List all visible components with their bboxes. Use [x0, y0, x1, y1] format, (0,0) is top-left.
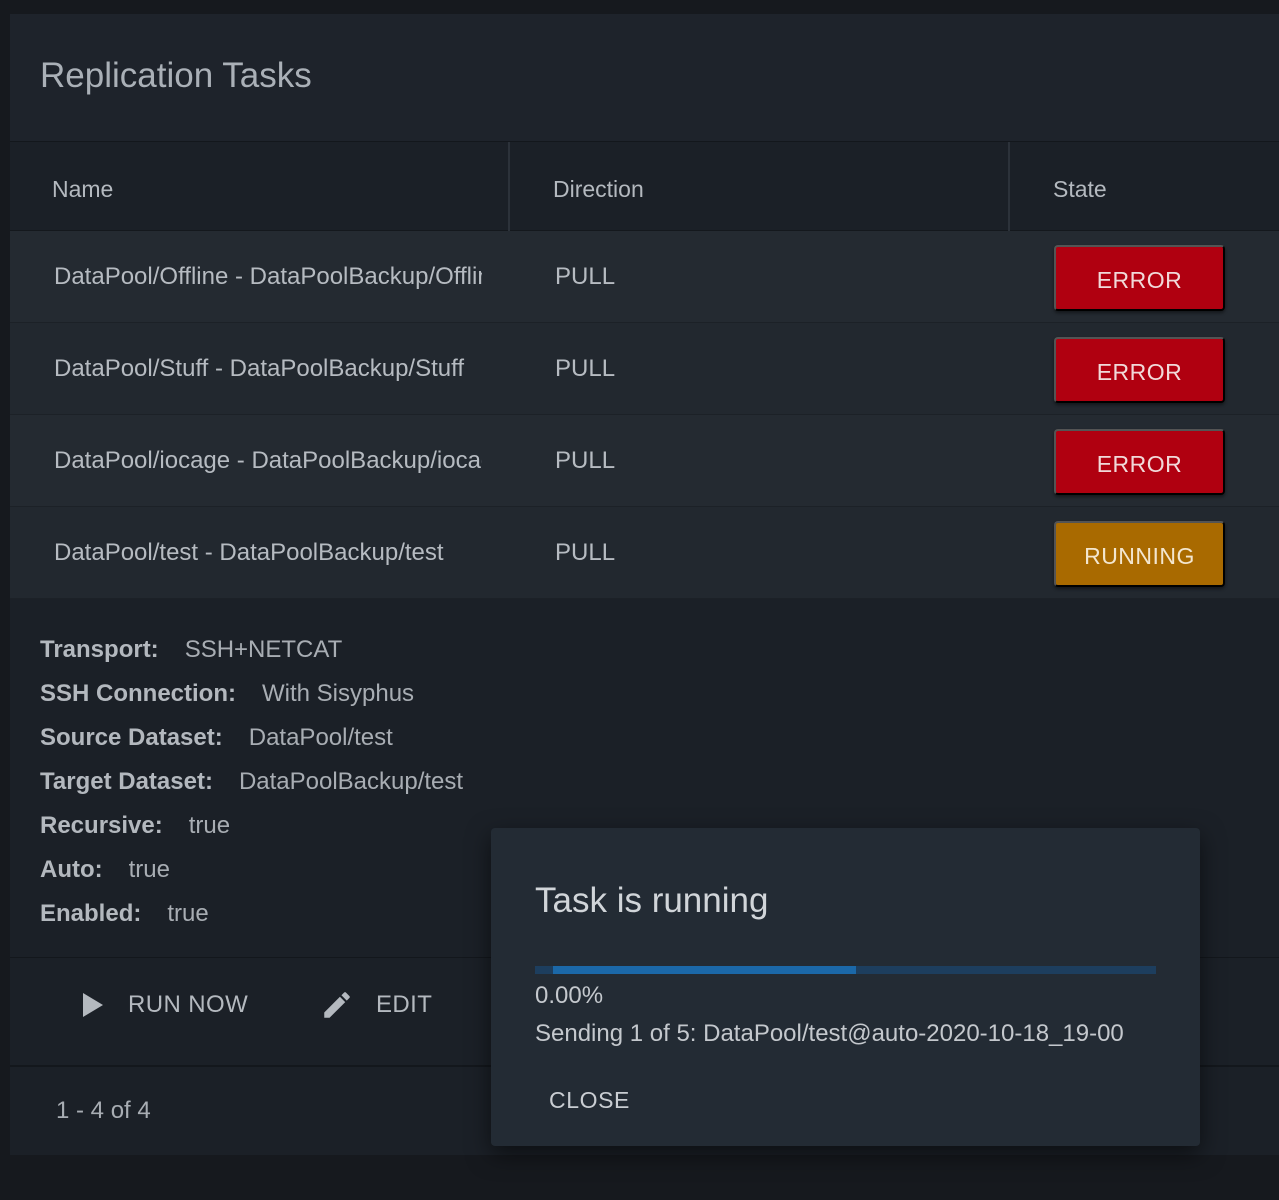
task-direction: PULL [555, 263, 616, 290]
detail-transport: Transport: SSH+NETCAT [40, 634, 463, 678]
table-row[interactable]: DataPool/Stuff - DataPoolBackup/Stuff PU… [10, 323, 1279, 415]
run-now-button[interactable]: RUN NOW [80, 980, 248, 1030]
detail-value: true [188, 812, 231, 839]
state-error-button[interactable]: ERROR [1054, 245, 1225, 311]
detail-value: DataPool/test [248, 724, 393, 751]
detail-label: Auto: [40, 856, 103, 883]
detail-label: Source Dataset: [40, 724, 223, 751]
page-title: Replication Tasks [40, 56, 312, 95]
run-now-label: RUN NOW [128, 991, 249, 1018]
state-running-button[interactable]: RUNNING [1054, 521, 1225, 587]
progress-percent: 0.00% [535, 982, 604, 1009]
task-name: DataPool/test - DataPoolBackup/test [54, 539, 444, 566]
detail-ssh-connection: SSH Connection: With Sisyphus [40, 678, 463, 722]
dialog-title: Task is running [535, 881, 769, 920]
pagination-range: 1 - 4 of 4 [56, 1097, 151, 1124]
column-header-name[interactable]: Name [52, 142, 113, 231]
task-running-dialog: Task is running 0.00% Sending 1 of 5: Da… [491, 828, 1200, 1146]
detail-recursive: Recursive: true [40, 810, 463, 854]
state-error-button[interactable]: ERROR [1054, 337, 1225, 403]
play-icon [83, 993, 103, 1017]
edit-button[interactable]: EDIT [320, 980, 432, 1030]
detail-label: Enabled: [40, 900, 142, 927]
card-header: Replication Tasks [10, 14, 1279, 142]
detail-value: true [167, 900, 209, 927]
task-direction: PULL [555, 539, 616, 566]
detail-value: true [128, 856, 170, 883]
table-body: DataPool/Offline - DataPoolBackup/Offlin… [10, 231, 1279, 599]
table-header: Name Direction State [10, 142, 1279, 231]
progress-bar-fill [553, 966, 856, 974]
close-button[interactable]: CLOSE [533, 1080, 646, 1120]
detail-value: With Sisyphus [262, 680, 415, 707]
task-name: DataPool/iocage - DataPoolBackup/iocage [54, 447, 482, 474]
task-direction: PULL [555, 447, 616, 474]
progress-message: Sending 1 of 5: DataPool/test@auto-2020-… [535, 1020, 1124, 1047]
detail-enabled: Enabled: true [40, 898, 463, 942]
detail-label: SSH Connection: [40, 680, 236, 707]
detail-label: Target Dataset: [40, 768, 213, 795]
state-error-button[interactable]: ERROR [1054, 429, 1225, 495]
task-direction: PULL [555, 355, 616, 382]
pencil-icon [324, 992, 350, 1018]
column-divider[interactable] [1008, 142, 1010, 231]
column-divider[interactable] [508, 142, 510, 231]
table-row[interactable]: DataPool/iocage - DataPoolBackup/iocage … [10, 415, 1279, 507]
detail-label: Recursive: [40, 812, 163, 839]
replication-table: Name Direction State DataPool/Offline - … [10, 142, 1279, 599]
detail-label: Transport: [40, 636, 159, 663]
column-header-direction[interactable]: Direction [553, 142, 644, 231]
task-name: DataPool/Offline - DataPoolBackup/Offlin… [54, 263, 482, 290]
task-name: DataPool/Stuff - DataPoolBackup/Stuff [54, 355, 465, 382]
detail-target-dataset: Target Dataset: DataPoolBackup/test [40, 766, 463, 810]
edit-label: EDIT [376, 991, 433, 1018]
column-header-state[interactable]: State [1053, 142, 1107, 231]
detail-source-dataset: Source Dataset: DataPool/test [40, 722, 463, 766]
table-row[interactable]: DataPool/Offline - DataPoolBackup/Offlin… [10, 231, 1279, 323]
table-row-expanded[interactable]: DataPool/test - DataPoolBackup/test PULL… [10, 507, 1279, 599]
progress-bar [535, 966, 1156, 974]
detail-value: DataPoolBackup/test [238, 768, 464, 795]
detail-value: SSH+NETCAT [184, 636, 343, 663]
task-details: Transport: SSH+NETCAT SSH Connection: With… [40, 634, 463, 942]
detail-auto: Auto: true [40, 854, 463, 898]
